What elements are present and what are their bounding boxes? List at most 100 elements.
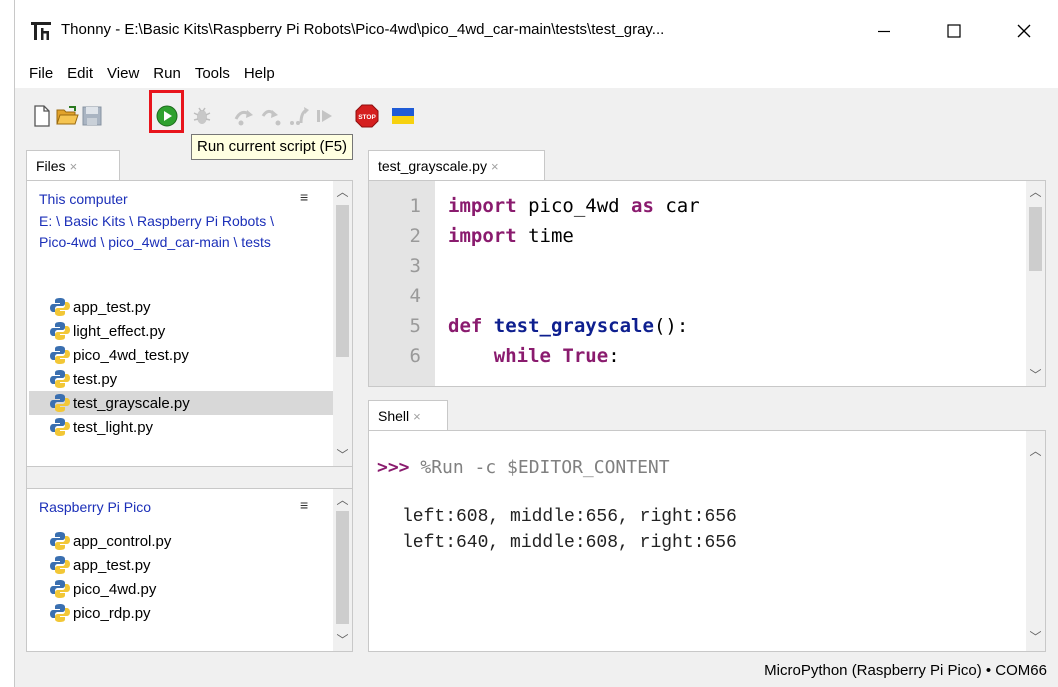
code-token: True bbox=[562, 345, 609, 367]
list-item[interactable]: light_effect.py bbox=[29, 319, 335, 343]
window-title: Thonny - E:\Basic Kits\Raspberry Pi Robo… bbox=[61, 21, 665, 38]
code-token: : bbox=[608, 345, 620, 367]
scroll-up-icon[interactable]: ︿ bbox=[333, 492, 352, 508]
ukraine-flag-button[interactable] bbox=[391, 104, 415, 128]
run-tooltip: Run current script (F5) bbox=[191, 134, 354, 160]
file-name: pico_4wd.py bbox=[73, 580, 157, 598]
scroll-down-icon[interactable]: ﹀ bbox=[333, 632, 352, 648]
tab-files[interactable]: Files × bbox=[26, 150, 120, 181]
this-computer-menu-icon[interactable]: ≡ bbox=[300, 189, 308, 205]
files-pane: This computer ≡ E: \ Basic Kits \ Raspbe… bbox=[26, 180, 353, 652]
menu-edit[interactable]: Edit bbox=[60, 60, 100, 88]
scroll-down-icon[interactable]: ﹀ bbox=[1026, 367, 1045, 383]
step-over-button[interactable] bbox=[233, 104, 257, 128]
tab-shell[interactable]: Shell × bbox=[368, 400, 448, 431]
menu-view[interactable]: View bbox=[100, 60, 146, 88]
python-file-icon bbox=[50, 370, 70, 388]
shell-command: %Run -c $EDITOR_CONTENT bbox=[409, 457, 670, 478]
tab-editor-close-icon[interactable]: × bbox=[491, 159, 499, 174]
shell-console[interactable]: >>> %Run -c $EDITOR_CONTENT left:608, mi… bbox=[368, 430, 1046, 652]
files-pico-scrollbar[interactable]: ︿ ﹀ bbox=[333, 489, 352, 651]
pico-menu-icon[interactable]: ≡ bbox=[300, 497, 308, 513]
menu-help[interactable]: Help bbox=[237, 60, 282, 88]
save-icon bbox=[82, 106, 102, 126]
minimize-icon bbox=[878, 30, 890, 33]
step-into-button[interactable] bbox=[260, 104, 284, 128]
list-item[interactable]: app_test.py bbox=[29, 553, 335, 577]
scroll-down-icon[interactable]: ﹀ bbox=[1026, 629, 1045, 645]
shell-output-line: left:608, middle:656, right:656 bbox=[402, 507, 737, 527]
file-name: pico_4wd_test.py bbox=[73, 346, 189, 364]
list-item[interactable]: pico_4wd_test.py bbox=[29, 343, 335, 367]
resume-button[interactable] bbox=[312, 104, 336, 128]
interpreter-status[interactable]: MicroPython (Raspberry Pi Pico) • COM66 bbox=[764, 662, 1047, 679]
code-token: time bbox=[516, 225, 574, 247]
code-line: def test_grayscale(): bbox=[448, 315, 688, 337]
code-token: def bbox=[448, 315, 483, 337]
list-item[interactable]: pico_4wd.py bbox=[29, 577, 335, 601]
code-token: as bbox=[631, 195, 654, 217]
file-name: app_test.py bbox=[73, 556, 151, 574]
debug-button[interactable] bbox=[190, 104, 214, 128]
python-file-icon bbox=[50, 556, 70, 574]
shell-prompt: >>> bbox=[377, 457, 410, 478]
scroll-thumb[interactable] bbox=[1029, 207, 1042, 271]
code-token: (): bbox=[653, 315, 689, 337]
tab-shell-label: Shell bbox=[378, 408, 410, 424]
scroll-thumb[interactable] bbox=[336, 511, 349, 624]
editor-scrollbar[interactable]: ︿ ﹀ bbox=[1026, 181, 1045, 386]
minimize-button[interactable] bbox=[861, 12, 907, 50]
run-button-highlight bbox=[149, 90, 184, 133]
list-item-selected[interactable]: test_grayscale.py bbox=[29, 391, 335, 415]
menu-file[interactable]: File bbox=[15, 60, 60, 88]
line-number: 4 bbox=[409, 285, 421, 307]
scroll-up-icon[interactable]: ︿ bbox=[1026, 184, 1045, 200]
file-name: light_effect.py bbox=[73, 322, 166, 340]
list-item[interactable]: app_test.py bbox=[29, 295, 335, 319]
list-item[interactable]: app_control.py bbox=[29, 529, 335, 553]
tab-editor-label: test_grayscale.py bbox=[378, 158, 487, 174]
python-file-icon bbox=[50, 532, 70, 550]
scroll-up-icon[interactable]: ︿ bbox=[333, 184, 352, 200]
stop-label: STOP bbox=[358, 114, 376, 121]
tab-shell-close-icon[interactable]: × bbox=[413, 409, 421, 424]
menu-run[interactable]: Run bbox=[146, 60, 188, 88]
scroll-thumb[interactable] bbox=[336, 205, 349, 357]
python-file-icon bbox=[50, 580, 70, 598]
title-bar[interactable]: Thonny - E:\Basic Kits\Raspberry Pi Robo… bbox=[15, 0, 1058, 60]
file-name: pico_rdp.py bbox=[73, 604, 151, 622]
open-file-button[interactable] bbox=[55, 104, 79, 128]
this-computer-title: This computer bbox=[39, 191, 128, 207]
file-name: test_grayscale.py bbox=[73, 394, 190, 412]
code-editor[interactable]: 123456 import pico_4wd as car import time… bbox=[368, 180, 1046, 387]
list-item[interactable]: test_light.py bbox=[29, 415, 335, 439]
code-token: import bbox=[448, 195, 517, 217]
shell-scrollbar[interactable]: ︿ ﹀ bbox=[1026, 431, 1045, 651]
stop-icon: STOP bbox=[355, 104, 379, 128]
line-number: 6 bbox=[409, 345, 421, 367]
pane-splitter[interactable] bbox=[27, 466, 352, 489]
tab-test-grayscale[interactable]: test_grayscale.py × bbox=[368, 150, 545, 181]
resume-icon bbox=[317, 110, 332, 122]
shell-output-line: left:640, middle:608, right:656 bbox=[402, 533, 737, 553]
list-item[interactable]: pico_rdp.py bbox=[29, 601, 335, 625]
menu-bar: File Edit View Run Tools Help bbox=[15, 60, 1058, 88]
current-path[interactable]: E: \ Basic Kits \ Raspberry Pi Robots \ … bbox=[39, 211, 299, 253]
step-out-button[interactable] bbox=[287, 104, 311, 128]
files-computer-scrollbar[interactable]: ︿ ﹀ bbox=[333, 181, 352, 466]
maximize-button[interactable] bbox=[931, 12, 977, 50]
new-file-button[interactable] bbox=[30, 104, 54, 128]
pico-title: Raspberry Pi Pico bbox=[39, 499, 152, 515]
open-file-icon bbox=[56, 106, 79, 125]
close-button[interactable] bbox=[1001, 12, 1047, 50]
scroll-down-icon[interactable]: ﹀ bbox=[333, 447, 352, 463]
scroll-up-icon[interactable]: ︿ bbox=[1026, 443, 1045, 459]
menu-tools[interactable]: Tools bbox=[188, 60, 237, 88]
tab-files-close-icon[interactable]: × bbox=[70, 159, 78, 174]
save-button[interactable] bbox=[80, 104, 104, 128]
list-item[interactable]: test.py bbox=[29, 367, 335, 391]
stop-button[interactable]: STOP bbox=[355, 104, 379, 128]
line-number: 2 bbox=[409, 225, 421, 247]
